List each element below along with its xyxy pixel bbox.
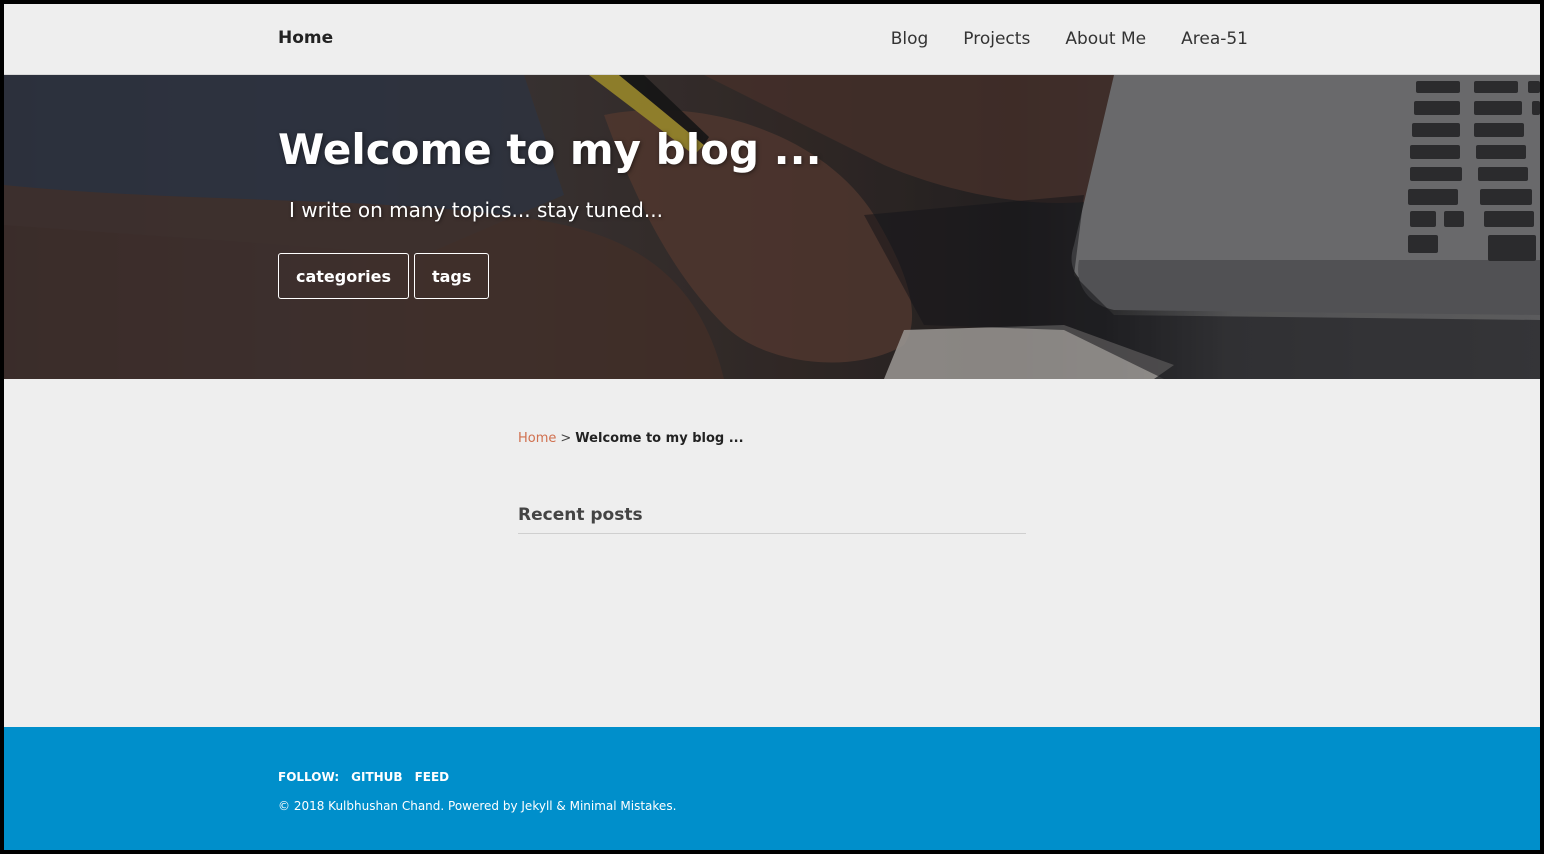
categories-button[interactable]: categories (278, 253, 409, 299)
hero-button-group: categories tags (278, 253, 490, 299)
nav-link-blog[interactable]: Blog (891, 29, 929, 49)
footer-link-feed[interactable]: FEED (415, 770, 450, 784)
tags-button[interactable]: tags (413, 253, 490, 299)
follow-label: FOLLOW: (278, 770, 340, 784)
recent-posts-heading: Recent posts (518, 505, 1026, 534)
page-footer: FOLLOW: GITHUB FEED © 2018 Kulbhushan Ch… (4, 727, 1540, 850)
breadcrumb-current: Welcome to my blog ... (575, 431, 744, 446)
nav-link-projects[interactable]: Projects (963, 29, 1030, 49)
nav-link-about-me[interactable]: About Me (1065, 29, 1146, 49)
breadcrumb-home-link[interactable]: Home (518, 431, 556, 446)
site-title-link[interactable]: Home (278, 28, 333, 48)
top-nav: Blog Projects About Me Area-51 (891, 29, 1248, 49)
browser-viewport: Home Blog Projects About Me Area-51 Welc… (4, 4, 1540, 850)
copyright-text: © 2018 Kulbhushan Chand. Powered by Jeky… (278, 799, 677, 813)
nav-link-area-51[interactable]: Area-51 (1181, 29, 1248, 49)
footer-follow: FOLLOW: GITHUB FEED (278, 770, 449, 784)
breadcrumb-separator: > (560, 431, 572, 446)
hero-overlay (4, 75, 1540, 379)
masthead: Home Blog Projects About Me Area-51 (4, 4, 1540, 75)
breadcrumb: Home > Welcome to my blog ... (518, 431, 744, 446)
hero-subtitle: I write on many topics... stay tuned... (289, 198, 663, 222)
hero-banner: Welcome to my blog ... I write on many t… (4, 75, 1540, 379)
hero-title: Welcome to my blog ... (278, 125, 822, 174)
footer-link-github[interactable]: GITHUB (351, 770, 402, 784)
